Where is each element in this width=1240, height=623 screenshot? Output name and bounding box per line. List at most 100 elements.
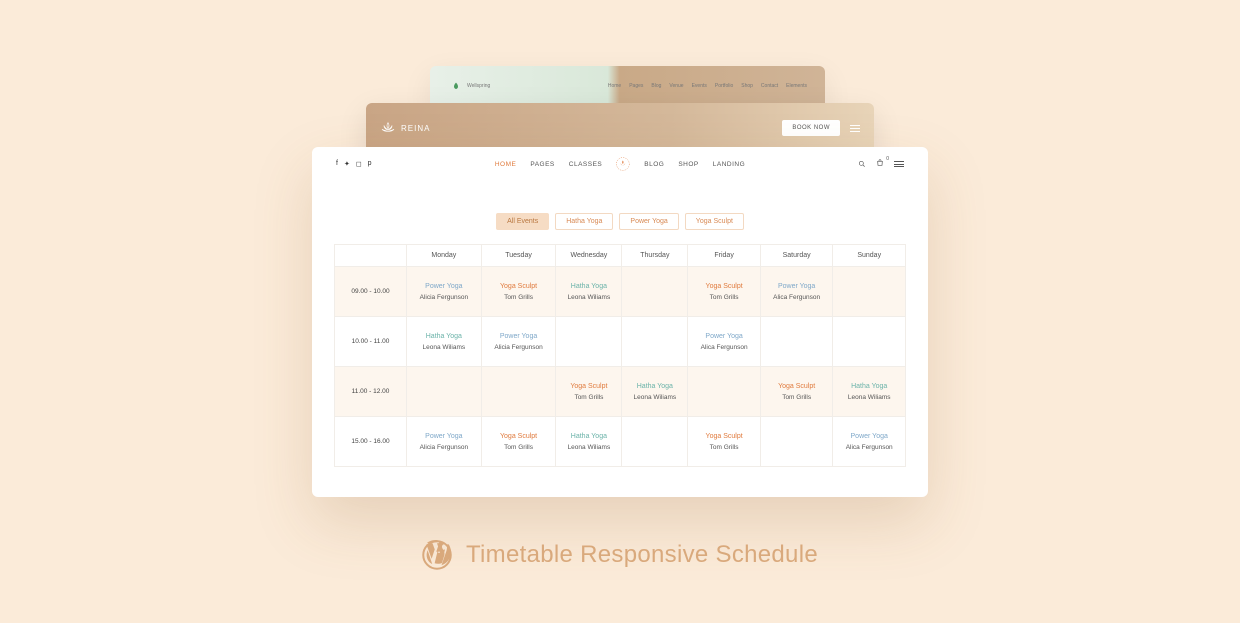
- nav-item: Blog: [651, 83, 661, 89]
- slot-cell[interactable]: Power Yoga Alicia Fergunson: [481, 317, 556, 367]
- slot-cell[interactable]: Yoga Sculpt Tom Grills: [760, 367, 833, 417]
- table-row: 10.00 - 11.00Hatha YogaLeona WiliamsPowe…: [335, 317, 906, 367]
- col-day: Monday: [407, 245, 482, 267]
- instructor-name: Alica Fergunson: [833, 444, 905, 451]
- cart-count: 0: [886, 156, 889, 162]
- instructor-name: Tom Grills: [482, 294, 556, 301]
- nav-item: Home: [608, 83, 621, 89]
- lotus-icon: [380, 120, 396, 136]
- slot-cell[interactable]: Power YogaAlica Fergunson: [760, 267, 833, 317]
- table-row: 15.00 - 16.00Power YogaAlicia FergunsonY…: [335, 417, 906, 467]
- slot-cell[interactable]: Yoga SculptTom Grills: [688, 417, 761, 467]
- nav-item: Contact: [761, 83, 778, 89]
- class-name: Hatha Yoga: [556, 432, 621, 442]
- slot-cell[interactable]: Yoga SculptTom Grills: [556, 367, 622, 417]
- table-header-row: Monday Tuesday Wednesday Thursday Friday…: [335, 245, 906, 267]
- twitter-icon[interactable]: ✦: [344, 160, 350, 168]
- instructor-name: Alicia Fergunson: [482, 344, 556, 351]
- facebook-icon[interactable]: f: [336, 160, 338, 168]
- timetable: Monday Tuesday Wednesday Thursday Friday…: [334, 244, 906, 467]
- class-name: Power Yoga: [688, 332, 760, 342]
- slot-cell[interactable]: Hatha Yoga Leona Wiliams: [556, 417, 622, 467]
- nav-item: Events: [692, 83, 707, 89]
- event-filters: All Events Hatha Yoga Power Yoga Yoga Sc…: [312, 213, 928, 230]
- top-nav: f ✦ ◻ p HOME PAGES CLASSES BLOG SHOP LAN…: [312, 147, 928, 181]
- time-cell: 09.00 - 10.00: [335, 267, 407, 317]
- time-cell: 11.00 - 12.00: [335, 367, 407, 417]
- filter-hatha[interactable]: Hatha Yoga: [555, 213, 613, 230]
- time-cell: 15.00 - 16.00: [335, 417, 407, 467]
- lotus-mark-icon: [616, 157, 630, 171]
- filter-all[interactable]: All Events: [496, 213, 549, 230]
- class-name: Hatha Yoga: [407, 332, 481, 342]
- slot-cell: [407, 367, 482, 417]
- nav-item: Pages: [629, 83, 643, 89]
- slot-cell: [622, 317, 688, 367]
- wordpress-icon: [422, 540, 452, 570]
- footer-title: Timetable Responsive Schedule: [0, 540, 1240, 570]
- nav-classes[interactable]: CLASSES: [569, 161, 603, 168]
- slot-cell: [622, 417, 688, 467]
- slot-cell[interactable]: Yoga SculptTom Grills: [481, 417, 556, 467]
- instructor-name: Leona Wiliams: [622, 394, 687, 401]
- hamburger-icon[interactable]: [850, 125, 860, 132]
- instructor-name: Leona Wiliams: [833, 394, 905, 401]
- nav-pages[interactable]: PAGES: [530, 161, 554, 168]
- preview-card-reina: REINA BOOK NOW: [366, 103, 874, 153]
- instructor-name: Alica Fergunson: [761, 294, 833, 301]
- slot-cell[interactable]: Hatha Yoga Leona Wiliams: [833, 367, 906, 417]
- class-name: Power Yoga: [482, 332, 556, 342]
- nav-blog[interactable]: BLOG: [644, 161, 664, 168]
- wellspring-logo: Wellspring: [452, 82, 490, 90]
- search-icon[interactable]: [858, 160, 866, 168]
- time-cell: 10.00 - 11.00: [335, 317, 407, 367]
- slot-cell[interactable]: Yoga SculptTom Grills: [688, 267, 761, 317]
- slot-cell[interactable]: Hatha YogaLeona Wiliams: [407, 317, 482, 367]
- slot-cell[interactable]: Yoga SculptTom Grills: [481, 267, 556, 317]
- cart-icon[interactable]: 0: [876, 159, 884, 169]
- slot-cell[interactable]: Power YogaAlicia Fergunson: [407, 267, 482, 317]
- book-now-button[interactable]: BOOK NOW: [782, 120, 840, 136]
- timetable-card: f ✦ ◻ p HOME PAGES CLASSES BLOG SHOP LAN…: [312, 147, 928, 497]
- instructor-name: Alica Fergunson: [688, 344, 760, 351]
- nav-home[interactable]: HOME: [495, 161, 517, 168]
- slot-cell[interactable]: Hatha YogaLeona Wiliams: [556, 267, 622, 317]
- instructor-name: Tom Grills: [761, 394, 833, 401]
- slot-cell: [622, 267, 688, 317]
- reina-logo: REINA: [380, 120, 430, 136]
- nav-shop[interactable]: SHOP: [678, 161, 698, 168]
- footer-title-text: Timetable Responsive Schedule: [466, 541, 818, 569]
- main-menu: HOME PAGES CLASSES BLOG SHOP LANDING: [495, 157, 745, 171]
- slot-cell[interactable]: Power Yoga Alica Fergunson: [688, 317, 761, 367]
- site-logo[interactable]: [616, 157, 630, 171]
- slot-cell[interactable]: Power Yoga Alica Fergunson: [833, 417, 906, 467]
- filter-power[interactable]: Power Yoga: [619, 213, 678, 230]
- filter-sculpt[interactable]: Yoga Sculpt: [685, 213, 744, 230]
- class-name: Yoga Sculpt: [761, 382, 833, 392]
- nav-item: Portfolio: [715, 83, 733, 89]
- pinterest-icon[interactable]: p: [368, 160, 372, 168]
- table-row: 09.00 - 10.00Power YogaAlicia FergunsonY…: [335, 267, 906, 317]
- slot-cell: [833, 317, 906, 367]
- slot-cell: [760, 417, 833, 467]
- table-row: 11.00 - 12.00Yoga SculptTom GrillsHatha …: [335, 367, 906, 417]
- col-time: [335, 245, 407, 267]
- class-name: Power Yoga: [833, 432, 905, 442]
- class-name: Hatha Yoga: [622, 382, 687, 392]
- leaf-icon: [452, 82, 460, 90]
- slot-cell: [760, 317, 833, 367]
- instructor-name: Leona Wiliams: [556, 444, 621, 451]
- col-day: Friday: [688, 245, 761, 267]
- class-name: Hatha Yoga: [833, 382, 905, 392]
- instructor-name: Alicia Fergunson: [407, 294, 481, 301]
- class-name: Hatha Yoga: [556, 282, 621, 292]
- slot-cell[interactable]: Power YogaAlicia Fergunson: [407, 417, 482, 467]
- slot-cell: [688, 367, 761, 417]
- instagram-icon[interactable]: ◻: [356, 160, 362, 168]
- nav-landing[interactable]: LANDING: [713, 161, 745, 168]
- slot-cell: [481, 367, 556, 417]
- menu-icon[interactable]: [894, 161, 904, 167]
- class-name: Yoga Sculpt: [482, 432, 556, 442]
- slot-cell[interactable]: Hatha Yoga Leona Wiliams: [622, 367, 688, 417]
- col-day: Saturday: [760, 245, 833, 267]
